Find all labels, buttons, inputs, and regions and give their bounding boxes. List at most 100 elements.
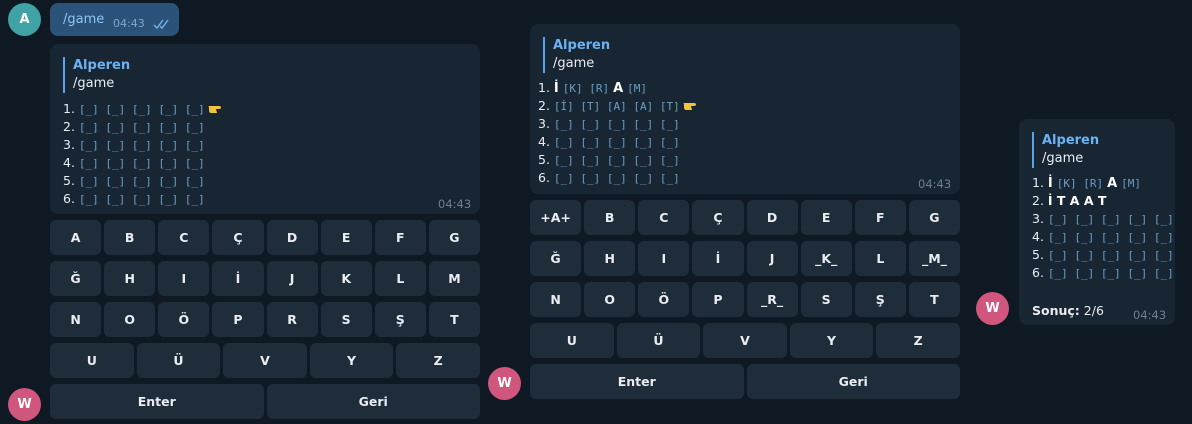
keyboard-row: ĞHIİJKLM: [50, 261, 480, 296]
keyboard-key[interactable]: +A+: [530, 200, 582, 235]
keyboard-key[interactable]: V: [223, 343, 307, 378]
keyboard-key[interactable]: Geri: [266, 384, 480, 419]
keyboard-key[interactable]: Ç: [692, 200, 744, 235]
grid-row: 6. [_] [_] [_] [_] [_]: [538, 170, 680, 185]
keyboard-key[interactable]: S: [320, 302, 372, 337]
keyboard-row: Enter Geri: [530, 364, 960, 399]
keyboard-key[interactable]: U: [530, 323, 614, 358]
keyboard-key[interactable]: Ğ: [50, 261, 102, 296]
message-time: 04:43: [918, 177, 952, 191]
sender-avatar[interactable]: A: [8, 3, 41, 36]
double-check-icon: [153, 15, 171, 34]
keyboard-row: NOÖPRSŞT: [50, 302, 480, 337]
keyboard-key[interactable]: İ: [692, 241, 744, 276]
bot-avatar[interactable]: W: [8, 388, 41, 421]
reply-author: Alperen: [73, 58, 131, 73]
keyboard-key[interactable]: N: [50, 302, 102, 337]
grid-row: 6. [_] [_] [_] [_] [_]: [1032, 265, 1174, 280]
grid-row: 1. [_] [_] [_] [_] [_]: [63, 100, 225, 118]
keyboard-key[interactable]: Ç: [212, 220, 264, 255]
keyboard-key[interactable]: F: [854, 200, 906, 235]
keyboard-key[interactable]: P: [692, 282, 744, 317]
keyboard-key[interactable]: R: [266, 302, 318, 337]
keyboard-key[interactable]: G: [908, 200, 960, 235]
keyboard-row: Ğ H I İ J _K_ L _M_: [530, 241, 960, 276]
keyboard-key[interactable]: E: [800, 200, 852, 235]
reply-quote[interactable]: Alperen /game: [543, 37, 610, 73]
keyboard-key[interactable]: T: [428, 302, 480, 337]
reply-text: /game: [1042, 151, 1084, 166]
keyboard-key[interactable]: N: [530, 282, 582, 317]
keyboard-key[interactable]: Ö: [638, 282, 690, 317]
keyboard-key[interactable]: _K_: [800, 241, 852, 276]
keyboard-row: Enter Geri: [50, 384, 480, 419]
bot-message[interactable]: Alperen /game 1. İ [K] [R] A [M] 2. İ T …: [1019, 119, 1175, 325]
reply-author: Alperen: [553, 38, 611, 53]
keyboard-key[interactable]: M: [428, 261, 480, 296]
keyboard-key[interactable]: C: [158, 220, 210, 255]
keyboard-key[interactable]: Z: [396, 343, 480, 378]
keyboard-key[interactable]: E: [320, 220, 372, 255]
keyboard-key[interactable]: H: [584, 241, 636, 276]
keyboard-key[interactable]: F: [374, 220, 426, 255]
keyboard-key[interactable]: K: [320, 261, 372, 296]
reply-quote[interactable]: Alperen /game: [63, 57, 130, 93]
keyboard-key[interactable]: Ş: [854, 282, 906, 317]
keyboard-key[interactable]: U: [50, 343, 134, 378]
keyboard-row: +A+ B C Ç D E F G: [530, 200, 960, 235]
grid-row: 3. [_] [_] [_] [_] [_]: [1032, 211, 1174, 226]
keyboard-key[interactable]: C: [638, 200, 690, 235]
result-line: Sonuç: 2/6: [1032, 303, 1104, 318]
keyboard-key[interactable]: G: [428, 220, 480, 255]
keyboard-key[interactable]: I: [158, 261, 210, 296]
keyboard-key[interactable]: _R_: [746, 282, 798, 317]
keyboard-key[interactable]: İ: [212, 261, 264, 296]
sent-message[interactable]: /game 04:43: [50, 3, 179, 36]
reply-text: /game: [73, 76, 115, 91]
message-time: 04:43: [113, 17, 145, 30]
grid-row: 2. İ T A A T: [1032, 193, 1107, 208]
keyboard-key[interactable]: Geri: [746, 364, 960, 399]
bot-avatar[interactable]: W: [976, 292, 1009, 325]
keyboard-key[interactable]: T: [908, 282, 960, 317]
keyboard-row: UÜVYZ: [50, 343, 480, 378]
keyboard-key[interactable]: Ğ: [530, 241, 582, 276]
pointing-hand-icon: [207, 101, 225, 113]
keyboard-key[interactable]: O: [584, 282, 636, 317]
keyboard-key[interactable]: _M_: [908, 241, 960, 276]
keyboard-key[interactable]: L: [374, 261, 426, 296]
keyboard-key[interactable]: Y: [789, 323, 874, 358]
grid-row: 6. [_] [_] [_] [_] [_]: [63, 191, 205, 206]
keyboard-key[interactable]: S: [800, 282, 852, 317]
keyboard-key[interactable]: Ş: [374, 302, 426, 337]
keyboard-key[interactable]: Enter: [530, 364, 744, 399]
keyboard-key[interactable]: O: [104, 302, 156, 337]
keyboard-key[interactable]: J: [746, 241, 798, 276]
keyboard-row: N O Ö P _R_ S Ş T: [530, 282, 960, 317]
keyboard-key[interactable]: B: [584, 200, 636, 235]
keyboard-key[interactable]: Enter: [50, 384, 264, 419]
keyboard-key[interactable]: Ü: [136, 343, 221, 378]
keyboard-key[interactable]: D: [266, 220, 318, 255]
inline-keyboard: +A+ B C Ç D E F G Ğ H I İ J _K_ L _M_ N O Ö P _R_ S Ş T U Ü V Y Z Ent…: [530, 200, 960, 400]
keyboard-key[interactable]: J: [266, 261, 318, 296]
keyboard-key[interactable]: Y: [309, 343, 394, 378]
keyboard-key[interactable]: Ö: [158, 302, 210, 337]
keyboard-key[interactable]: Z: [876, 323, 960, 358]
keyboard-key[interactable]: V: [703, 323, 787, 358]
bot-message[interactable]: Alperen /game 1. İ [K] [R] A [M] 2. [İ] …: [530, 24, 960, 194]
message-time: 04:43: [1133, 308, 1167, 322]
keyboard-key[interactable]: Ü: [616, 323, 701, 358]
keyboard-key[interactable]: I: [638, 241, 690, 276]
bot-message[interactable]: Alperen /game 1. [_] [_] [_] [_] [_] 2. …: [50, 44, 480, 214]
grid-row: 1. İ [K] [R] A [M]: [1032, 175, 1142, 191]
reply-quote[interactable]: Alperen /game: [1032, 132, 1099, 168]
keyboard-key[interactable]: A: [50, 220, 102, 255]
bot-avatar[interactable]: W: [488, 367, 521, 400]
keyboard-key[interactable]: H: [104, 261, 156, 296]
result-value: 2/6: [1083, 303, 1104, 318]
keyboard-key[interactable]: P: [212, 302, 264, 337]
keyboard-key[interactable]: D: [746, 200, 798, 235]
keyboard-key[interactable]: L: [854, 241, 906, 276]
keyboard-key[interactable]: B: [104, 220, 156, 255]
